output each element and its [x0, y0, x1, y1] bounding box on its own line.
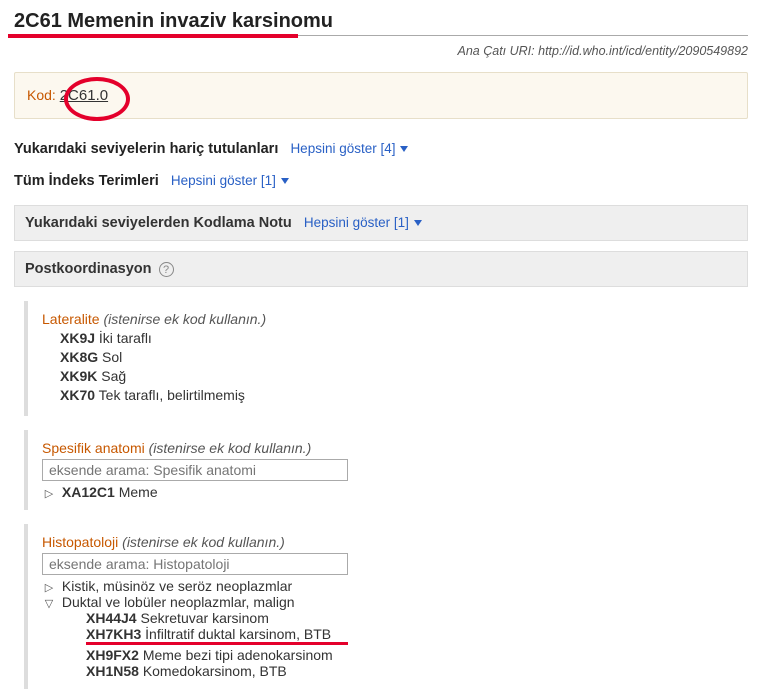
histo-item[interactable]: XH9FX2 Meme bezi tipi adenokarsinom [86, 647, 748, 663]
histo-group[interactable]: ▷ Kistik, müsinöz ve seröz neoplazmlar [44, 578, 748, 594]
histo-item[interactable]: XH7KH3 İnfiltratif duktal karsinom, BTB [86, 626, 748, 642]
uri-value: http://id.who.int/icd/entity/2090549892 [538, 44, 748, 58]
help-icon[interactable]: ? [159, 262, 174, 277]
annotation-underline [8, 34, 298, 38]
chevron-down-icon [414, 220, 422, 226]
laterality-item[interactable]: XK8G Sol [60, 349, 748, 365]
histo-item[interactable]: XH44J4 Sekretuvar karsinom [86, 610, 748, 626]
anatomy-title: Spesifik anatomi [42, 440, 145, 456]
laterality-block: Lateralite (istenirse ek kod kullanın.) … [24, 301, 748, 416]
title-row: 2C61 Memenin invaziv karsinomu [14, 10, 748, 36]
laterality-item[interactable]: XK70 Tek taraflı, belirtilmemiş [60, 387, 748, 403]
histo-title: Histopatoloji [42, 534, 118, 550]
codingnote-showall[interactable]: Hepsini göster [1] [304, 215, 422, 230]
code-box: Kod: 2C61.0 [14, 72, 748, 119]
chevron-down-icon [281, 178, 289, 184]
anatomy-hint: (istenirse ek kod kullanın.) [149, 440, 312, 456]
uri-label: Ana Çatı URI: [458, 44, 535, 58]
collapse-icon[interactable]: ▽ [44, 597, 54, 610]
anatomy-item[interactable]: ▷ XA12C1 Meme [44, 484, 748, 500]
histo-hint: (istenirse ek kod kullanın.) [122, 534, 285, 550]
codingnote-heading: Yukarıdaki seviyelerden Kodlama Notu [25, 215, 292, 231]
page-title: 2C61 Memenin invaziv karsinomu [14, 10, 333, 32]
anatomy-search-input[interactable] [42, 459, 348, 481]
exclusions-heading: Yukarıdaki seviyelerin hariç tutulanları [14, 141, 278, 157]
laterality-title: Lateralite [42, 311, 100, 327]
indexterms-section: Tüm İndeks Terimleri Hepsini göster [1] [14, 173, 748, 189]
code-value[interactable]: 2C61.0 [60, 87, 108, 104]
laterality-item[interactable]: XK9J İki taraflı [60, 330, 748, 346]
laterality-item[interactable]: XK9K Sağ [60, 368, 748, 384]
uri-row: Ana Çatı URI: http://id.who.int/icd/enti… [14, 44, 748, 58]
indexterms-heading: Tüm İndeks Terimleri [14, 173, 159, 189]
anatomy-block: Spesifik anatomi (istenirse ek kod kulla… [24, 430, 748, 510]
chevron-down-icon [400, 146, 408, 152]
exclusions-showall[interactable]: Hepsini göster [4] [290, 141, 408, 156]
indexterms-showall[interactable]: Hepsini göster [1] [171, 173, 289, 188]
expand-icon[interactable]: ▷ [44, 487, 54, 500]
histo-block: Histopatoloji (istenirse ek kod kullanın… [24, 524, 748, 689]
histo-search-input[interactable] [42, 553, 348, 575]
postcoord-heading: Postkoordinasyon [25, 261, 152, 277]
laterality-hint: (istenirse ek kod kullanın.) [103, 311, 266, 327]
postcoord-bar: Postkoordinasyon ? [14, 251, 748, 287]
exclusions-section: Yukarıdaki seviyelerin hariç tutulanları… [14, 141, 748, 157]
expand-icon[interactable]: ▷ [44, 581, 54, 594]
histo-item[interactable]: XH1N58 Komedokarsinom, BTB [86, 663, 748, 679]
histo-group[interactable]: ▽ Duktal ve lobüler neoplazmlar, malign [44, 594, 748, 610]
annotation-underline [86, 642, 348, 645]
code-label: Kod: [27, 87, 56, 103]
codingnote-bar: Yukarıdaki seviyelerden Kodlama Notu Hep… [14, 205, 748, 241]
